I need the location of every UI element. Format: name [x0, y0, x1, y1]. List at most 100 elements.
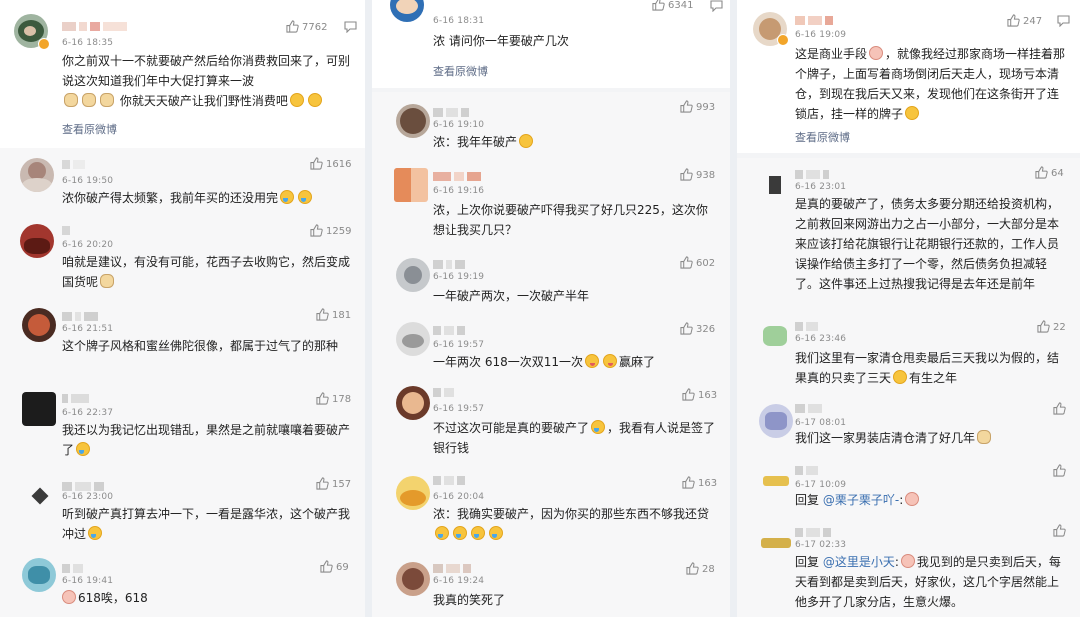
comment-text-main: 一年两次 618一次双11一次 — [433, 355, 583, 369]
thumbs-up-icon — [682, 476, 695, 489]
comment-card: 6-17 10:09 回复 @栗子栗子吖-: — [737, 460, 1080, 520]
comment-date: 6-16 19:57 — [433, 404, 485, 414]
avatar[interactable] — [390, 0, 424, 22]
emoji-icon — [280, 190, 295, 204]
like-button[interactable]: 6341 — [652, 0, 693, 11]
like-count: 247 — [1023, 16, 1043, 27]
comment-card: 6-16 19:19 602 一年破产两次，一次破产半年 — [372, 248, 730, 312]
comment-column-2: 6-16 18:31 6341 浓 请问你一年要破产几次 查看原微博 6-16 … — [372, 0, 730, 617]
view-original-link[interactable]: 查看原微博 — [795, 129, 850, 145]
comment-text-main: 浓你破产得太频繁，我前年买的还没用完 — [62, 191, 279, 205]
comment-text: 浓：我确实要破产，因为你买的那些东西不够我还贷 — [433, 504, 718, 544]
like-button[interactable]: 181 — [316, 308, 351, 321]
emoji-icon — [453, 526, 467, 540]
reply-icon[interactable] — [710, 0, 723, 12]
comment-date: 6-16 20:20 — [62, 240, 114, 250]
comment-text: 一年破产两次，一次破产半年 — [433, 289, 590, 303]
comment-date: 6-16 19:19 — [433, 272, 485, 282]
like-button[interactable]: 993 — [680, 100, 715, 113]
like-button[interactable]: 28 — [686, 562, 715, 575]
comment-card: 6-16 19:50 1616 浓你破产得太频繁，我前年买的还没用完 — [0, 148, 365, 214]
like-button[interactable] — [1053, 524, 1069, 537]
like-button[interactable] — [1053, 464, 1069, 477]
mention-link[interactable]: @栗子栗子吖- — [823, 493, 899, 507]
comment-text-tail: 麻了 — [631, 355, 656, 369]
comment-text-main: 我还以为我记忆出现错乱，果然是之前就嚷嚷着要破产了 — [62, 423, 351, 457]
comment-card: 6-16 23:00 157 听到破产真打算去冲一下，一看是露华浓，这个破产我冲… — [0, 474, 365, 558]
like-button[interactable]: 326 — [680, 322, 715, 335]
comment-card: 6-17 02:33 回复 @这里是小天: 我见到的是只卖到后天，每天看到都是卖到… — [737, 520, 1080, 617]
reply-icon[interactable] — [1057, 15, 1070, 27]
like-button[interactable]: 22 — [1037, 320, 1066, 333]
comment-date: 6-16 21:51 — [62, 324, 114, 334]
comment-card: 6-16 23:01 64 是真的要破产了，债务太多要分期还给投资机构，之前救回… — [737, 158, 1080, 310]
emoji-icon — [893, 370, 908, 384]
comment-text: 这个牌子风格和蜜丝佛陀很像，都属于过气了的那种 — [62, 339, 339, 353]
comment-date: 6-16 23:46 — [795, 334, 847, 344]
avatar[interactable] — [22, 392, 56, 426]
username-redacted — [795, 322, 821, 331]
avatar[interactable] — [394, 168, 428, 202]
avatar[interactable] — [20, 224, 54, 258]
like-button[interactable]: 163 — [682, 388, 717, 401]
like-button[interactable]: 69 — [320, 560, 349, 573]
comment-date: 6-16 23:00 — [62, 492, 114, 502]
like-button[interactable]: 1616 — [310, 157, 351, 170]
avatar[interactable] — [396, 386, 430, 420]
avatar[interactable] — [396, 104, 430, 138]
avatar[interactable] — [759, 168, 793, 202]
comment-text-part: 赢 — [619, 355, 632, 369]
thumbs-up-icon — [310, 157, 323, 170]
avatar[interactable] — [759, 318, 793, 352]
mention-link[interactable]: @这里是小天 — [823, 555, 895, 569]
like-button[interactable] — [1053, 402, 1069, 415]
avatar[interactable] — [26, 482, 60, 516]
like-button[interactable]: 938 — [680, 168, 715, 181]
like-count: 163 — [698, 390, 718, 401]
like-button[interactable]: 602 — [680, 256, 715, 269]
avatar[interactable] — [22, 558, 56, 592]
username-redacted — [795, 404, 825, 413]
thumbs-up-icon — [1053, 464, 1066, 477]
emoji-icon — [905, 106, 920, 120]
like-button[interactable]: 178 — [316, 392, 351, 405]
comment-text: 是真的要破产了，债务太多要分期还给投资机构，之前救回来网游出力之占一小部分，一大… — [795, 197, 1060, 291]
avatar[interactable] — [396, 322, 430, 356]
avatar[interactable] — [22, 308, 56, 342]
avatar[interactable] — [759, 526, 793, 560]
username-redacted — [795, 528, 834, 537]
like-button[interactable]: 64 — [1035, 166, 1064, 179]
comment-text-main: 618唉，618 — [78, 591, 148, 605]
comment-card: 6-16 22:37 178 我还以为我记忆出现错乱，果然是之前就嚷嚷着要破产了 — [0, 384, 365, 474]
username-redacted — [433, 564, 474, 573]
like-button[interactable]: 163 — [682, 476, 717, 489]
username-redacted — [62, 226, 73, 235]
comment-date: 6-17 08:01 — [795, 418, 847, 428]
view-original-link[interactable]: 查看原微博 — [62, 121, 117, 137]
comment-card: 6-16 19:57 326 一年两次 618一次双11一次 赢麻了 — [372, 312, 730, 378]
avatar[interactable] — [396, 562, 430, 596]
comment-card: 6-16 18:31 6341 浓 请问你一年要破产几次 查看原微博 — [372, 0, 730, 88]
comment-date: 6-16 19:41 — [62, 576, 114, 586]
avatar[interactable] — [759, 466, 793, 500]
avatar[interactable] — [396, 476, 430, 510]
verified-badge-icon — [38, 38, 50, 50]
like-button[interactable]: 157 — [316, 477, 351, 490]
emoji-icon — [82, 93, 96, 107]
like-button[interactable]: 1259 — [310, 224, 351, 237]
comment-column-3: 6-16 19:09 247 这是商业手段 ，就像我经过那家商场一样挂着那个牌子，… — [737, 0, 1080, 617]
comment-card: 6-16 19:24 28 我真的笑死了 — [372, 554, 730, 617]
like-count: 181 — [332, 310, 352, 321]
view-original-link[interactable]: 查看原微博 — [433, 63, 488, 79]
like-button[interactable]: 7762 — [286, 20, 327, 33]
comment-text-main: 不过这次可能是真的要破产了 — [433, 421, 590, 435]
like-button[interactable]: 247 — [1007, 14, 1042, 27]
avatar[interactable] — [20, 158, 54, 192]
reply-icon[interactable] — [344, 21, 357, 33]
emoji-icon — [100, 93, 114, 107]
username-redacted — [795, 170, 832, 179]
comment-card: 6-16 19:16 938 浓，上次你说要破产吓得我买了好几只225，这次你想… — [372, 158, 730, 248]
comment-card: 6-16 20:04 163 浓：我确实要破产，因为你买的那些东西不够我还贷 — [372, 466, 730, 554]
avatar[interactable] — [759, 404, 793, 438]
avatar[interactable] — [396, 258, 430, 292]
